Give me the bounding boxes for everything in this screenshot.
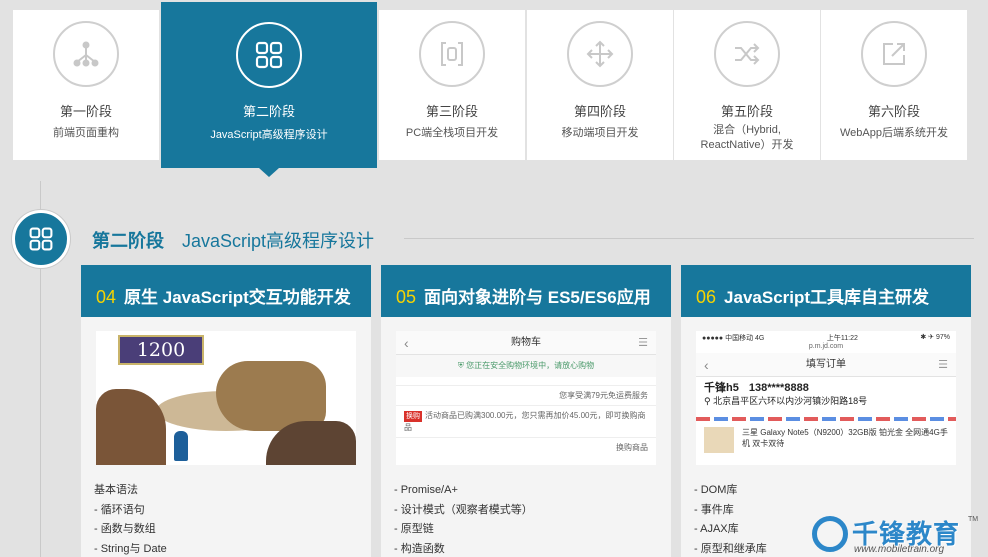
list-item: - Promise/A+ (394, 484, 458, 496)
tab-stage-3[interactable]: 第三阶段 PC端全栈项目开发 (379, 10, 525, 160)
score-banner: 1200 (118, 335, 204, 365)
course-card-05[interactable]: 05 面向对象进阶与 ES5/ES6应用 ‹ 购物车 ☰ ⛨ 您正在安全购物环境中… (381, 265, 671, 557)
list-item: - DOM库 (694, 484, 738, 496)
product-image (704, 427, 734, 453)
tab-stage-1[interactable]: 第一阶段 前端页面重构 (13, 10, 159, 160)
card-number: 04 (96, 287, 117, 307)
list-item: - 函数与数组 (94, 523, 156, 535)
list-item: - 原型和继承库 (694, 542, 767, 555)
exchange-link: 换购商品 (396, 437, 656, 457)
tab-stage-6[interactable]: 第六阶段 WebApp后端系统开发 (821, 10, 967, 160)
brand-watermark: 千锋教育 TM www.mobiletrain.org (808, 512, 978, 557)
tab-stage-5[interactable]: 第五阶段 混合（Hybrid, ReactNative）开发 (674, 10, 820, 160)
tab-subtitle: 前端页面重构 (53, 127, 119, 139)
list-item: - 原型链 (394, 523, 434, 535)
topic-list: 基本语法 - 循环语句 - 函数与数组 - String与 Date (94, 481, 167, 557)
tab-subtitle: 混合（Hybrid, ReactNative）开发 (700, 124, 794, 151)
url-text: p.m.jd.com (808, 343, 844, 350)
topic-list: - DOM库 - 事件库 - AJAX库 - 原型和继承库 (694, 481, 767, 557)
back-icon: ‹ (704, 357, 709, 373)
cart-mockup: ‹ 购物车 ☰ ⛨ 您正在安全购物环境中，请放心购物 您享受满79元免运费服务 … (396, 331, 656, 465)
list-item: - 循环语句 (94, 503, 145, 516)
tab-name: 第四阶段 (573, 104, 626, 119)
shield-icon: ⛨ (457, 361, 467, 370)
shuffle-icon (714, 21, 780, 87)
topic-list: - Promise/A+ - 设计模式（观察者模式等） - 原型链 - 构造函数 (394, 481, 533, 557)
tab-name: 第二阶段 (242, 104, 295, 119)
brand-logo-icon (812, 516, 848, 552)
title-divider (404, 238, 974, 239)
ship-icon (174, 431, 188, 461)
card-title: 原生 JavaScript交互功能开发 (124, 288, 351, 307)
list-item: - String与 Date (94, 542, 167, 555)
list-item: - 设计模式（观察者模式等） (394, 503, 533, 516)
list-item: - 构造函数 (394, 542, 445, 555)
tab-subtitle: 移动端项目开发 (561, 127, 639, 139)
mock-header: 购物车 (511, 337, 541, 348)
course-card-04[interactable]: 04 原生 JavaScript交互功能开发 1200 基本语法 - 循环语句 -… (81, 265, 371, 557)
tab-name: 第六阶段 (867, 104, 920, 119)
promo-row: 换购 活动商品已购满300.00元，您只需再加价45.00元，即可换购商品 (396, 405, 656, 437)
back-icon: ‹ (404, 335, 409, 351)
card-header: 06 JavaScript工具库自主研发 (681, 265, 971, 317)
list-item: - 事件库 (694, 503, 734, 516)
mock-header: 填写订单 (806, 359, 846, 370)
safe-notice: ⛨ 您正在安全购物环境中，请放心购物 (396, 355, 656, 377)
tab-stage-2[interactable]: 第二阶段 JavaScript高级程序设计 (161, 2, 377, 177)
grid-icon (12, 210, 70, 268)
card-number: 05 (396, 287, 417, 307)
tab-subtitle: WebApp后端系统开发 (840, 127, 948, 139)
grid-icon (236, 22, 302, 88)
list-item: - AJAX库 (694, 523, 739, 535)
tab-name: 第一阶段 (59, 104, 112, 119)
tab-name: 第五阶段 (720, 104, 773, 119)
move-arrows-icon (567, 21, 633, 87)
code-bracket-icon (419, 21, 485, 87)
card-header: 04 原生 JavaScript交互功能开发 (81, 265, 371, 317)
external-link-icon (861, 21, 927, 87)
address-block: 千锋h5 138****8888 ⚲ 北京昌平区六环以内沙河镇沙阳路18号 (704, 382, 868, 406)
trademark: TM (968, 516, 979, 523)
stage-tabs: 第一阶段 前端页面重构 第二阶段 JavaScript高级程序设计 第三阶段 P… (13, 2, 967, 177)
card-header: 05 面向对象进阶与 ES5/ES6应用 (381, 265, 671, 317)
tab-stage-4[interactable]: 第四阶段 移动端项目开发 (527, 10, 673, 160)
location-icon: ⚲ (704, 396, 714, 406)
brand-url: www.mobiletrain.org (854, 544, 945, 555)
section-subtitle: JavaScript高级程序设计 (182, 231, 375, 251)
tab-name: 第三阶段 (425, 104, 478, 119)
card-title: JavaScript工具库自主研发 (724, 288, 930, 307)
menu-icon: ☰ (638, 337, 648, 349)
section-title: 第二阶段 JavaScript高级程序设计 (92, 227, 374, 253)
tab-subtitle: JavaScript高级程序设计 (210, 129, 328, 141)
tab-subtitle: PC端全栈项目开发 (405, 127, 499, 139)
game-screenshot: 1200 (96, 331, 356, 465)
promo-tag: 换购 (404, 411, 422, 422)
status-bar: ●●●●● 中国移动 4G 上午11:22 ✱ ✈ 97% (702, 334, 950, 342)
section-stage: 第二阶段 (92, 231, 164, 251)
card-number: 06 (696, 287, 717, 307)
menu-icon: ☰ (938, 359, 948, 371)
list-item: 基本语法 (94, 484, 138, 496)
hierarchy-icon (53, 21, 119, 87)
shipping-notice: 您享受满79元免运费服务 (396, 385, 656, 405)
product-row: 三星 Galaxy Note5（N9200）32GB版 铂光金 全网通4G手机 … (696, 421, 956, 459)
order-mockup: ●●●●● 中国移动 4G 上午11:22 ✱ ✈ 97% p.m.jd.com… (696, 331, 956, 465)
card-title: 面向对象进阶与 ES5/ES6应用 (424, 288, 651, 307)
